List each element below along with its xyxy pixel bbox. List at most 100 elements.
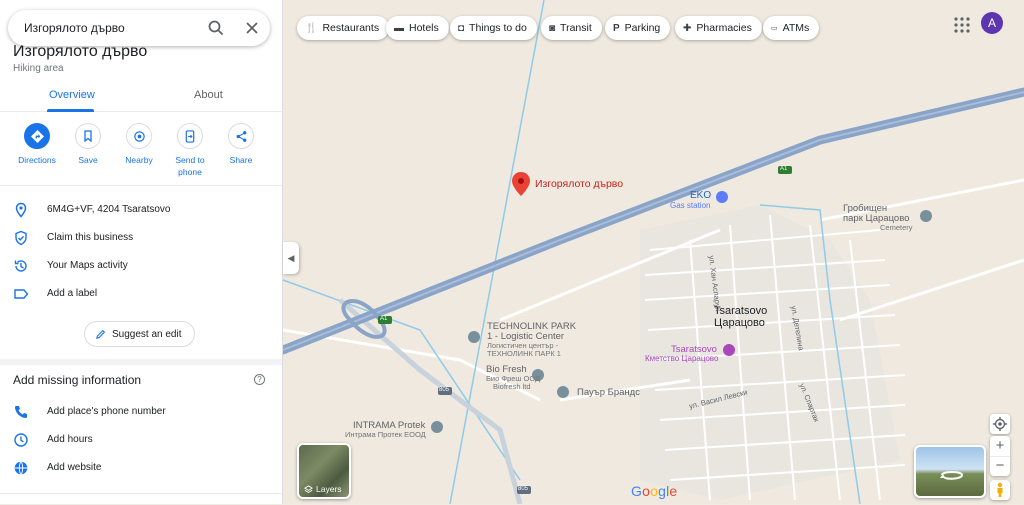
save-button[interactable]: Save bbox=[63, 123, 113, 166]
account-avatar[interactable]: A bbox=[981, 12, 1003, 34]
townhall-sub-label: Кметство Царацово bbox=[645, 354, 719, 363]
town-label-cyrillic[interactable]: Царацово bbox=[714, 317, 765, 329]
technolink-label-4: ТЕХНОЛИНК ПАРК 1 bbox=[487, 349, 561, 358]
chip-label: Pharmacies bbox=[696, 22, 752, 34]
phone-icon bbox=[15, 406, 27, 418]
directions-button[interactable]: Directions bbox=[12, 123, 62, 166]
road-label-805: 805 bbox=[439, 387, 450, 393]
gas-station-label: Gas station bbox=[670, 201, 711, 210]
search-box bbox=[8, 10, 270, 46]
suggest-edit-label: Suggest an edit bbox=[112, 328, 182, 340]
chip-pharmacies[interactable]: ✚ Pharmacies bbox=[675, 16, 762, 40]
add-website-row[interactable]: Add website bbox=[0, 458, 282, 482]
share-label: Share bbox=[229, 155, 253, 165]
save-label: Save bbox=[78, 155, 98, 165]
biofresh-label-3: Biofresh ltd bbox=[493, 382, 531, 391]
chip-label: Parking bbox=[624, 22, 661, 34]
maps-activity-text: Your Maps activity bbox=[47, 260, 128, 271]
road-label-a1: A1 bbox=[380, 316, 388, 322]
chip-label: Things to do bbox=[469, 22, 527, 34]
chip-restaurants[interactable]: 🍴 Restaurants bbox=[297, 16, 390, 40]
pegman-button[interactable] bbox=[990, 480, 1010, 500]
layers-label-wrap: Layers bbox=[304, 484, 342, 494]
my-location-icon bbox=[993, 417, 1007, 431]
panel-tabs: Overview About bbox=[0, 82, 282, 112]
maps-activity-row[interactable]: Your Maps activity bbox=[0, 256, 282, 280]
townhall-pin[interactable] bbox=[723, 344, 735, 356]
technolink-pin[interactable] bbox=[468, 331, 480, 343]
globe-icon bbox=[14, 461, 28, 475]
selected-place-marker-dot bbox=[518, 178, 524, 184]
hotel-icon: ▬ bbox=[394, 22, 404, 34]
share-icon bbox=[236, 130, 246, 142]
camera-icon: ◘ bbox=[458, 22, 465, 34]
apps-grid-icon[interactable] bbox=[953, 16, 971, 34]
suggest-edit-button[interactable]: Suggest an edit bbox=[84, 321, 195, 347]
chip-transit[interactable]: ◙ Transit bbox=[541, 16, 602, 40]
chevron-left-icon: ◀ bbox=[287, 253, 295, 263]
add-hours-text: Add hours bbox=[47, 434, 93, 445]
chip-label: ATMs bbox=[782, 22, 810, 34]
cemetery-pin[interactable] bbox=[920, 210, 932, 222]
chip-label: Restaurants bbox=[322, 22, 380, 34]
parking-icon: P bbox=[613, 22, 620, 34]
divider-bottom bbox=[0, 493, 282, 494]
road-label-a1-b: A1 bbox=[780, 166, 788, 172]
tab-overview[interactable]: Overview bbox=[49, 89, 95, 101]
pegman-icon bbox=[997, 482, 1003, 497]
address-text: 6M4G+VF, 4204 Tsaratsovo bbox=[47, 204, 171, 215]
directions-label: Directions bbox=[18, 155, 56, 165]
add-hours-row[interactable]: Add hours bbox=[0, 430, 282, 454]
add-label-row[interactable]: Add a label bbox=[0, 284, 282, 308]
eko-label[interactable]: EKO bbox=[690, 190, 711, 201]
zoom-out-button[interactable]: − bbox=[990, 456, 1010, 476]
chip-atms[interactable]: ▭ ATMs bbox=[763, 16, 820, 40]
collapse-panel-button[interactable]: ◀ bbox=[283, 242, 299, 274]
road-label-805-b: 805 bbox=[518, 486, 529, 492]
power-brands-label[interactable]: Пауър Брандс bbox=[577, 387, 640, 398]
send-to-phone-button[interactable]: Send to phone bbox=[165, 123, 215, 178]
cemetery-sub-label: Cemetery bbox=[880, 223, 913, 232]
chip-things-to-do[interactable]: ◘ Things to do bbox=[450, 16, 537, 40]
address-row[interactable]: 6M4G+VF, 4204 Tsaratsovo bbox=[0, 200, 282, 224]
power-brands-pin[interactable] bbox=[557, 386, 569, 398]
my-location-button[interactable] bbox=[990, 414, 1010, 434]
place-category[interactable]: Hiking area bbox=[13, 63, 64, 74]
section-divider bbox=[0, 359, 282, 365]
help-icon[interactable]: ? bbox=[254, 374, 265, 385]
nearby-icon bbox=[133, 130, 145, 142]
divider bbox=[0, 185, 282, 186]
add-phone-row[interactable]: Add place's phone number bbox=[0, 402, 282, 426]
location-pin-icon bbox=[15, 202, 27, 218]
label-icon bbox=[14, 289, 29, 299]
zoom-controls: + − bbox=[990, 436, 1010, 476]
zoom-in-button[interactable]: + bbox=[990, 436, 1010, 456]
rotate-view-icon bbox=[940, 471, 964, 480]
layers-button[interactable]: Layers bbox=[297, 443, 351, 499]
nearby-button[interactable]: Nearby bbox=[114, 123, 164, 166]
gas-station-pin[interactable] bbox=[716, 191, 728, 203]
pencil-icon bbox=[96, 329, 106, 339]
close-icon[interactable] bbox=[242, 18, 262, 38]
layers-label: Layers bbox=[316, 484, 342, 494]
directions-icon bbox=[30, 129, 44, 143]
atm-icon: ▭ bbox=[771, 25, 778, 32]
action-buttons: Directions Save Nearby Send to phone Sha… bbox=[0, 123, 282, 185]
selected-place-label[interactable]: Изгорялото дърво bbox=[535, 178, 623, 190]
add-website-text: Add website bbox=[47, 462, 102, 473]
chip-parking[interactable]: P Parking bbox=[605, 16, 671, 40]
search-input[interactable] bbox=[24, 21, 194, 35]
send-to-phone-icon bbox=[185, 129, 195, 143]
share-button[interactable]: Share bbox=[216, 123, 266, 166]
claim-business-text: Claim this business bbox=[47, 232, 134, 243]
bookmark-icon bbox=[84, 130, 92, 142]
street-view-thumbnail[interactable] bbox=[914, 445, 986, 498]
chip-hotels[interactable]: ▬ Hotels bbox=[386, 16, 449, 40]
restaurant-icon: 🍴 bbox=[305, 22, 318, 34]
tab-about[interactable]: About bbox=[194, 89, 223, 101]
claim-business-row[interactable]: Claim this business bbox=[0, 228, 282, 252]
add-phone-text: Add place's phone number bbox=[47, 406, 166, 417]
history-icon bbox=[14, 260, 27, 272]
search-icon[interactable] bbox=[206, 18, 226, 38]
intrama-pin[interactable] bbox=[431, 421, 443, 433]
